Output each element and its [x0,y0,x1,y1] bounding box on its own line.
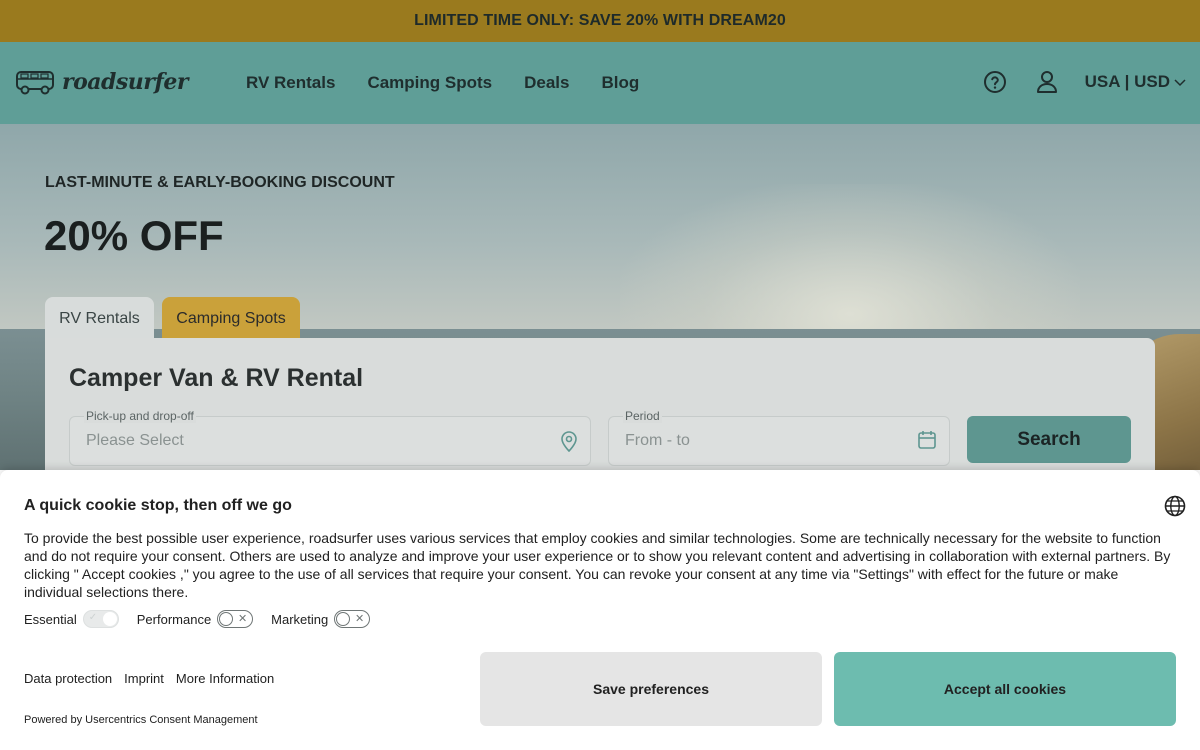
pickup-label: Pick-up and drop-off [84,409,196,423]
header-actions: USA | USD [981,68,1186,96]
locale-selector[interactable]: USA | USD [1085,72,1186,92]
logo[interactable]: roadsurfer [16,68,188,96]
toggle-performance-group: Performance ✕ [136,610,254,628]
promo-banner: LIMITED TIME ONLY: SAVE 20% WITH DREAM20 [0,0,1200,42]
pickup-placeholder: Please Select [86,432,184,449]
cookie-banner: A quick cookie stop, then off we go To p… [0,470,1200,750]
cookie-description: To provide the best possible user experi… [24,530,1171,600]
cookie-title: A quick cookie stop, then off we go [24,497,292,514]
cookie-links: Data protection Imprint More Information [24,671,274,686]
toggle-essential-group: Essential ✓ [24,610,119,628]
main-nav: RV Rentals Camping Spots Deals Blog [246,73,639,93]
location-pin-icon [560,430,578,457]
powered-by: Powered by Usercentrics Consent Manageme… [24,714,258,726]
toggle-marketing-group: Marketing ✕ [271,610,371,628]
nav-deals[interactable]: Deals [524,73,569,93]
consent-toggles: Essential ✓ Performance ✕ Marketing ✕ [24,610,388,628]
link-more-information[interactable]: More Information [176,671,274,686]
globe-icon[interactable] [1164,495,1186,522]
check-icon: ✓ [88,612,98,623]
nav-camping-spots[interactable]: Camping Spots [367,73,492,93]
user-icon[interactable] [1033,68,1061,96]
help-icon[interactable] [981,68,1009,96]
toggle-performance[interactable]: ✕ [217,610,254,628]
chevron-down-icon [1174,72,1186,92]
tab-camping-spots[interactable]: Camping Spots [162,297,300,341]
search-card: Camper Van & RV Rental Pick-up and drop-… [45,338,1155,470]
search-button[interactable]: Search [967,416,1131,463]
hero-headline: 20% OFF [44,212,224,259]
period-field[interactable]: Period From - to [608,409,950,466]
period-placeholder: From - to [625,432,690,449]
hero-section: LAST-MINUTE & EARLY-BOOKING DISCOUNT 20%… [0,124,1200,470]
van-logo-icon [16,68,56,96]
hero-kicker: LAST-MINUTE & EARLY-BOOKING DISCOUNT [45,174,395,191]
toggle-marketing-label: Marketing [271,611,329,627]
link-data-protection[interactable]: Data protection [24,671,112,686]
toggle-essential: ✓ [82,610,119,628]
accept-all-cookies-button[interactable]: Accept all cookies [834,652,1176,726]
logo-text: roadsurfer [62,69,188,95]
calendar-icon [917,430,937,455]
toggle-knob [219,612,234,626]
x-icon: ✕ [237,613,248,625]
nav-rv-rentals[interactable]: RV Rentals [246,73,335,93]
toggle-performance-label: Performance [136,611,212,627]
nav-blog[interactable]: Blog [602,73,640,93]
pickup-field[interactable]: Pick-up and drop-off Please Select [69,409,591,466]
period-label: Period [623,409,662,423]
site-header: roadsurfer RV Rentals Camping Spots Deal… [0,42,1200,124]
toggle-knob [336,612,351,626]
x-icon: ✕ [355,613,365,625]
locale-label: USA | USD [1084,72,1170,91]
toggle-essential-label: Essential [24,611,77,627]
toggle-knob [102,612,117,626]
tab-rv-rentals[interactable]: RV Rentals [45,297,154,341]
search-card-title: Camper Van & RV Rental [69,364,364,392]
link-imprint[interactable]: Imprint [124,671,164,686]
toggle-marketing[interactable]: ✕ [334,610,371,628]
save-preferences-button[interactable]: Save preferences [480,652,822,726]
promo-text: LIMITED TIME ONLY: SAVE 20% WITH DREAM20 [414,12,786,29]
